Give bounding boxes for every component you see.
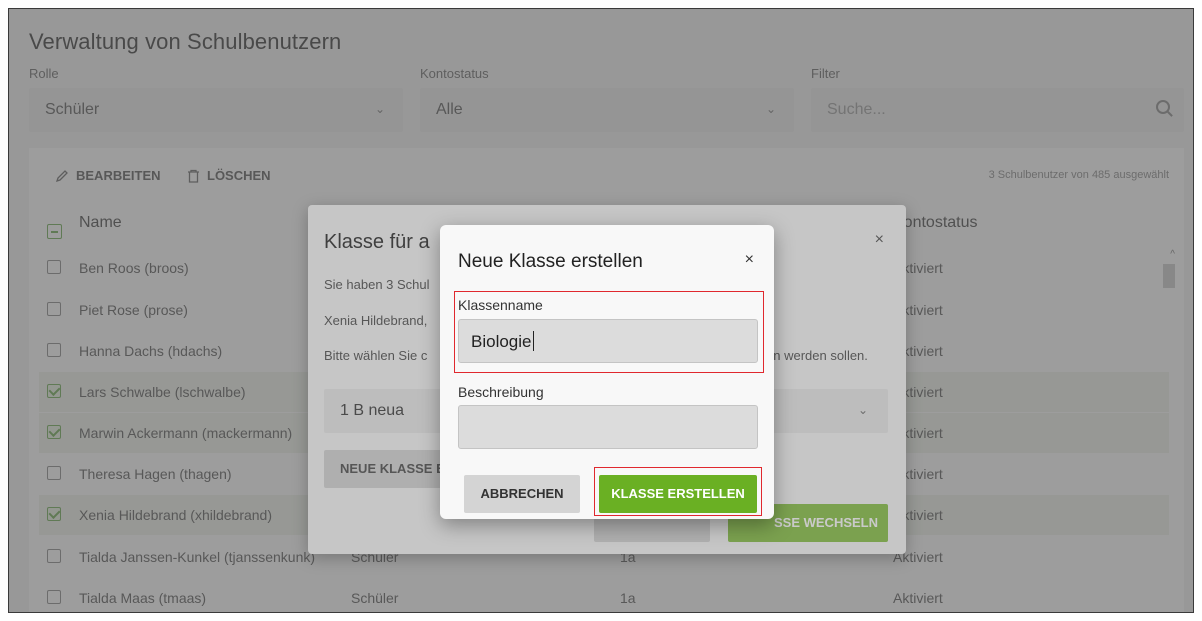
new-class-dialog: Neue Klasse erstellen × Klassenname Biol… — [440, 225, 774, 519]
description-input[interactable] — [458, 405, 758, 449]
create-class-button[interactable]: KLASSE ERSTELLEN — [599, 475, 757, 513]
class-name-label: Klassenname — [458, 297, 543, 313]
text-caret — [532, 331, 534, 351]
class-name-value: Biologie — [471, 332, 532, 351]
close-icon[interactable]: × — [745, 251, 754, 269]
app-frame: Verwaltung von Schulbenutzern Rolle Kont… — [8, 8, 1194, 613]
description-label: Beschreibung — [458, 384, 544, 400]
cancel-button[interactable]: ABBRECHEN — [464, 475, 580, 513]
new-class-dialog-title: Neue Klasse erstellen — [458, 251, 643, 272]
class-name-input[interactable]: Biologie — [458, 319, 758, 363]
